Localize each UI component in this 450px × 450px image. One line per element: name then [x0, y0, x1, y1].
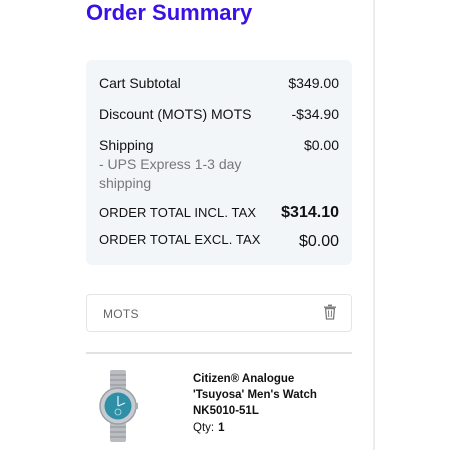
product-image[interactable]	[98, 370, 138, 442]
shipping-method-line1: - UPS Express 1-3 day	[99, 156, 242, 172]
shipping-method: - UPS Express 1-3 day shipping	[99, 155, 339, 193]
product-name[interactable]: Citizen® Analogue 'Tsuyosa' Men's Watch …	[193, 371, 343, 419]
total-incl-label: ORDER TOTAL INCL. TAX	[99, 205, 257, 220]
trash-icon[interactable]	[323, 304, 337, 320]
order-summary-panel: Cart Subtotal $349.00 Discount (MOTS) MO…	[86, 60, 352, 265]
page-title: Order Summary	[86, 0, 253, 25]
subtotal-label: Cart Subtotal	[99, 75, 181, 91]
applied-coupon: MOTS	[86, 294, 352, 332]
shipping-value: $0.00	[303, 137, 339, 153]
qty-label: Qty:	[193, 422, 215, 434]
total-incl-value: $314.10	[281, 204, 339, 221]
qty-value: 1	[218, 422, 225, 434]
shipping-label: Shipping	[99, 137, 154, 153]
product-quantity: Qty: 1	[193, 422, 225, 434]
right-column-divider	[373, 0, 375, 450]
discount-label: Discount (MOTS) MOTS	[99, 106, 252, 122]
total-excl-value: $0.00	[298, 233, 339, 250]
discount-value: -$34.90	[291, 106, 339, 122]
shipping-method-line2: shipping	[99, 175, 152, 191]
subtotal-value: $349.00	[288, 75, 339, 91]
total-excl-label: ORDER TOTAL EXCL. TAX	[99, 232, 261, 247]
item-divider	[86, 352, 352, 354]
coupon-code: MOTS	[103, 307, 139, 321]
